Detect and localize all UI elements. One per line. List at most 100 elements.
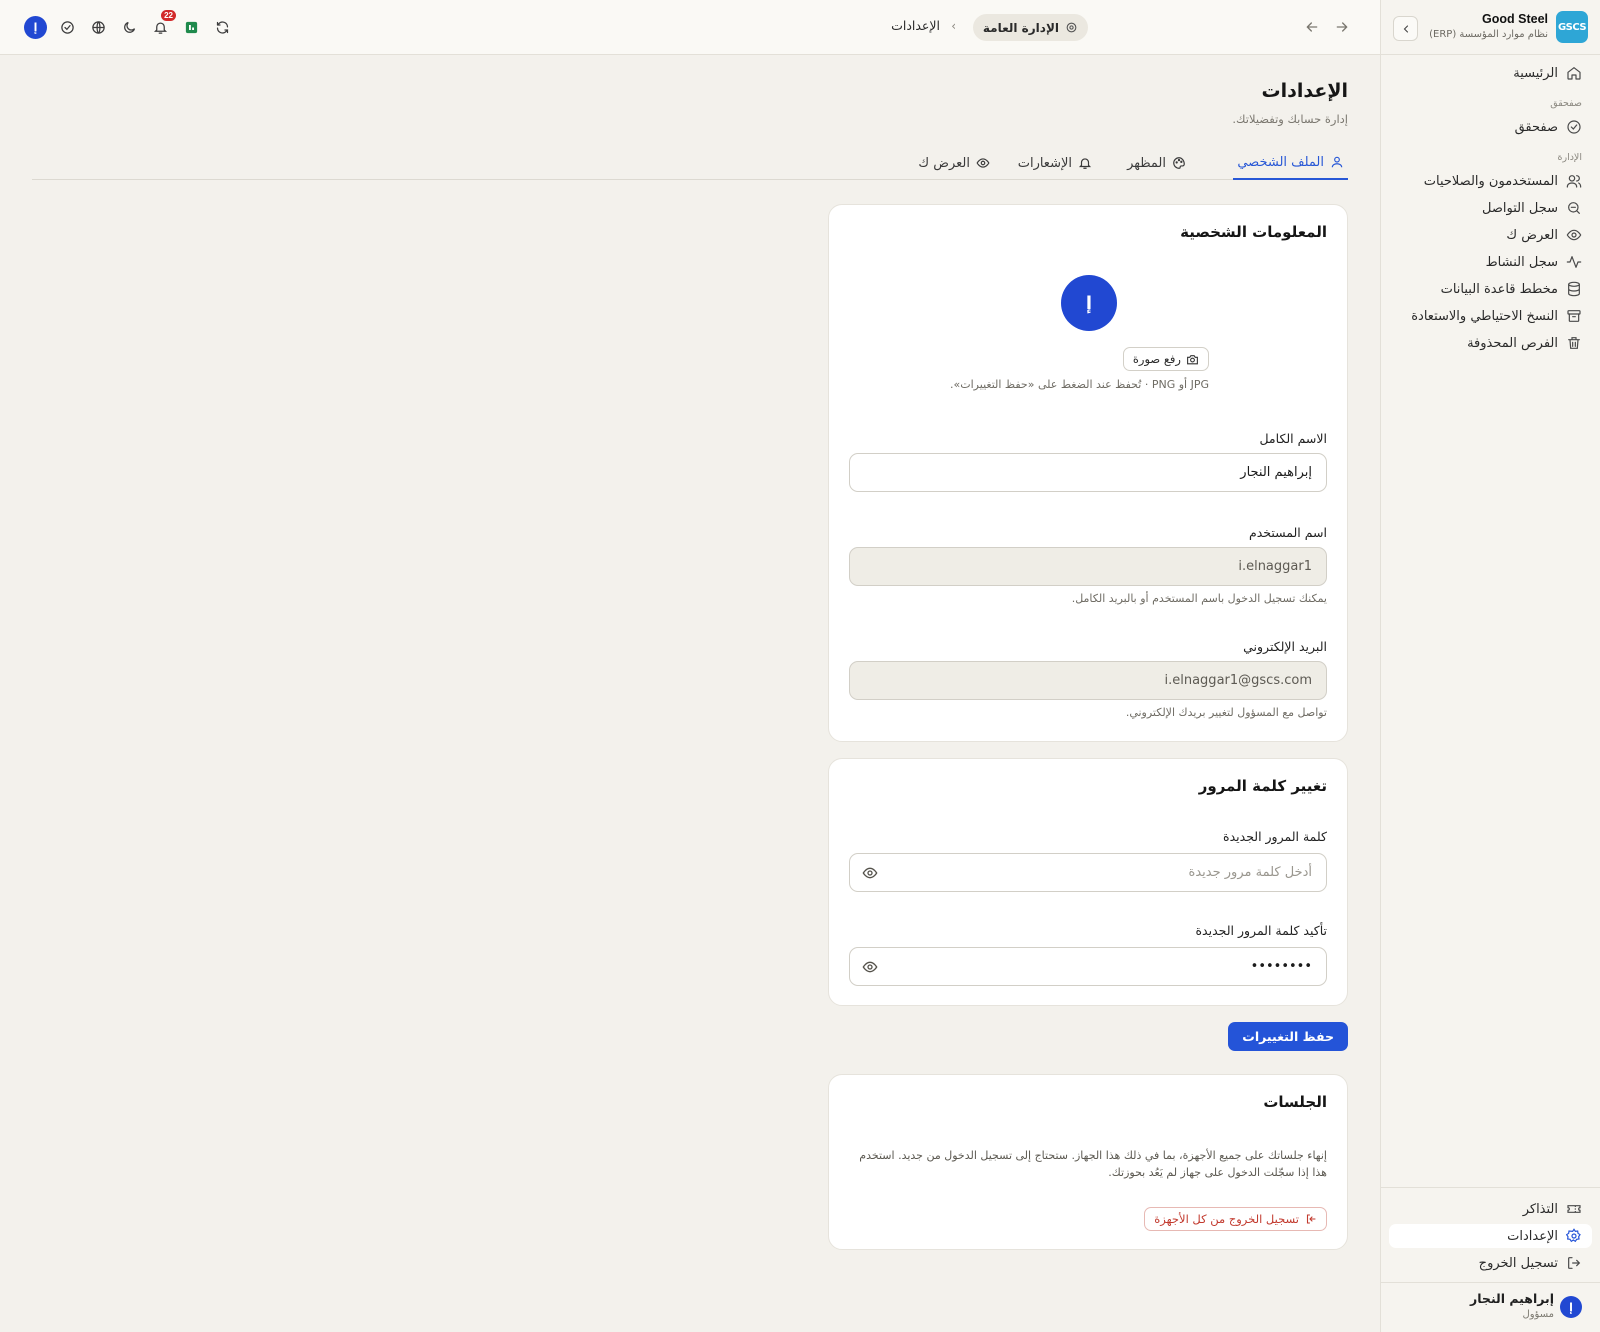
sidebar-item-backup-restore[interactable]: النسخ الاحتياطي والاستعادة — [1381, 304, 1600, 328]
user-role: مسؤول — [1522, 1309, 1554, 1320]
breadcrumb-current: الإعدادات — [891, 18, 940, 33]
sessions-description: إنهاء جلساتك على جميع الأجهزة، بما في ذل… — [859, 1149, 1327, 1179]
logout-icon — [1568, 1257, 1581, 1269]
full-name-value: إبراهيم النجار — [1240, 465, 1312, 480]
show-password-icon[interactable] — [862, 959, 878, 975]
username-field: i.elnaggar1 — [849, 547, 1327, 586]
sidebar-item-home[interactable]: الرئيسية — [1381, 61, 1600, 85]
new-password-field[interactable]: أدخل كلمة مرور جديدة — [849, 853, 1327, 892]
sessions-card-title: الجلسات — [1263, 1093, 1327, 1111]
sidebar-section-checker: صفحقق — [1550, 98, 1582, 109]
page-title: الإعدادات — [1261, 80, 1348, 102]
bell-icon — [153, 22, 167, 34]
eye-icon — [1566, 229, 1582, 241]
full-name-field[interactable]: إبراهيم النجار — [849, 453, 1327, 492]
sidebar-item-label: صفحقق — [1514, 119, 1558, 135]
refresh-button[interactable] — [212, 17, 232, 37]
user-avatar[interactable]: إ — [1560, 1296, 1582, 1318]
email-field: i.elnaggar1@gscs.com — [849, 661, 1327, 700]
collapse-sidebar-button[interactable] — [1393, 16, 1418, 41]
sidebar-item-logout[interactable]: تسجيل الخروج — [1381, 1251, 1600, 1275]
sessions-card: الجلسات إنهاء جلساتك على جميع الأجهزة، ب… — [828, 1074, 1348, 1250]
sidebar-item-label: التذاكر — [1522, 1201, 1558, 1217]
database-icon — [1568, 281, 1580, 297]
sidebar-divider — [1381, 1187, 1600, 1188]
tab-label: المظهر — [1127, 155, 1166, 171]
username-hint: يمكنك تسجيل الدخول باسم المستخدم أو بالب… — [1071, 592, 1327, 605]
confirm-password-label: تأكيد كلمة المرور الجديدة — [1195, 923, 1328, 938]
user-icon — [1331, 156, 1343, 168]
sidebar-item-activity-log[interactable]: سجل النشاط — [1381, 250, 1600, 274]
sidebar-item-label: العرض ك — [1506, 227, 1558, 243]
spreadsheet-icon — [185, 21, 197, 33]
sidebar: GSCS Good Steel نظام موارد المؤسسة (ERP)… — [1380, 0, 1600, 1332]
tab-appearance[interactable]: المظهر — [1127, 146, 1186, 180]
show-password-icon[interactable] — [862, 865, 878, 881]
breadcrumb-section[interactable]: الإدارة العامة — [972, 14, 1088, 41]
save-changes-button[interactable]: حفظ التغييرات — [1228, 1022, 1348, 1051]
logout-icon — [1306, 1214, 1316, 1224]
chevron-left-icon — [1403, 24, 1408, 33]
language-button[interactable] — [88, 17, 108, 37]
email-label: البريد الإلكتروني — [1243, 639, 1327, 654]
globe-icon — [91, 20, 105, 34]
brand-header: GSCS Good Steel نظام موارد المؤسسة (ERP) — [1381, 0, 1600, 55]
arrow-right-icon — [1336, 22, 1348, 32]
arrow-left-icon — [1306, 22, 1318, 32]
full-name-label: الاسم الكامل — [1259, 431, 1327, 446]
refresh-icon — [216, 20, 228, 34]
brand-logo: GSCS — [1556, 11, 1588, 43]
tab-label: العرض ك — [918, 155, 970, 171]
email-value: i.elnaggar1@gscs.com — [1164, 673, 1313, 688]
notifications-button[interactable]: 22 — [150, 10, 176, 37]
check-circle-icon — [1567, 120, 1581, 134]
archive-icon — [1567, 310, 1581, 322]
sidebar-item-deleted-opportunities[interactable]: الفرص المحذوفة — [1381, 331, 1600, 355]
spreadsheet-button[interactable] — [181, 17, 201, 37]
sidebar-item-checker[interactable]: صفحقق — [1381, 115, 1600, 139]
sidebar-item-label: الفرص المحذوفة — [1467, 335, 1558, 351]
sidebar-item-label: المستخدمون والصلاحيات — [1423, 173, 1558, 189]
tab-notifications[interactable]: الإشعارات — [1018, 146, 1092, 180]
tab-view-as[interactable]: العرض ك — [918, 146, 990, 180]
sidebar-item-view-as[interactable]: العرض ك — [1381, 223, 1600, 247]
profile-avatar: إ — [1061, 275, 1117, 331]
home-icon — [1567, 67, 1581, 80]
email-hint: تواصل مع المسؤول لتغيير بريدك الإلكتروني… — [1125, 706, 1327, 719]
sidebar-item-users[interactable]: المستخدمون والصلاحيات — [1381, 169, 1600, 193]
sidebar-item-label: النسخ الاحتياطي والاستعادة — [1411, 308, 1558, 324]
sidebar-item-communication-log[interactable]: سجل التواصل — [1381, 196, 1600, 220]
sidebar-item-label: سجل النشاط — [1485, 254, 1558, 270]
trash-icon — [1568, 337, 1580, 349]
sidebar-item-label: الإعدادات — [1507, 1228, 1558, 1244]
sidebar-item-label: الرئيسية — [1513, 65, 1558, 81]
tasks-button[interactable] — [57, 17, 77, 37]
palette-icon — [1173, 157, 1185, 169]
tab-profile[interactable]: الملف الشخصي — [1233, 146, 1348, 180]
user-avatar[interactable]: إ — [24, 16, 47, 39]
sidebar-divider — [1381, 1282, 1600, 1283]
confirm-password-value: •••••••• — [1250, 959, 1312, 974]
back-button[interactable] — [1302, 17, 1322, 37]
sidebar-section-admin: الإدارة — [1557, 152, 1583, 163]
user-name: إبراهيم النجار — [1470, 1291, 1554, 1306]
ticket-icon — [1567, 1205, 1581, 1213]
confirm-password-field[interactable]: •••••••• — [849, 947, 1327, 986]
sidebar-item-tickets[interactable]: التذاكر — [1381, 1197, 1600, 1221]
sidebar-item-database-schema[interactable]: مخطط قاعدة البيانات — [1381, 277, 1600, 301]
gear-icon — [1066, 22, 1077, 33]
upload-photo-button[interactable]: رفع صورة — [1122, 347, 1209, 371]
bell-icon — [1078, 158, 1092, 169]
settings-tabs: الملف الشخصي المظهر الإشعارات العرض ك — [32, 146, 1348, 180]
profile-card-title: المعلومات الشخصية — [1180, 223, 1327, 241]
brand-name: Good Steel — [1482, 12, 1548, 26]
username-value: i.elnaggar1 — [1238, 559, 1312, 574]
forward-button[interactable] — [1332, 17, 1352, 37]
page-subtitle: إدارة حسابك وتفضيلاتك. — [1232, 112, 1348, 126]
sidebar-item-settings[interactable]: الإعدادات — [1389, 1224, 1592, 1248]
breadcrumb-separator: › — [951, 19, 956, 33]
signout-all-label: تسجيل الخروج من كل الأجهزة — [1154, 1212, 1299, 1226]
theme-toggle-button[interactable] — [119, 17, 139, 37]
profile-card: المعلومات الشخصية إ رفع صورة JPG أو PNG … — [828, 204, 1348, 742]
signout-all-devices-button[interactable]: تسجيل الخروج من كل الأجهزة — [1144, 1207, 1327, 1231]
